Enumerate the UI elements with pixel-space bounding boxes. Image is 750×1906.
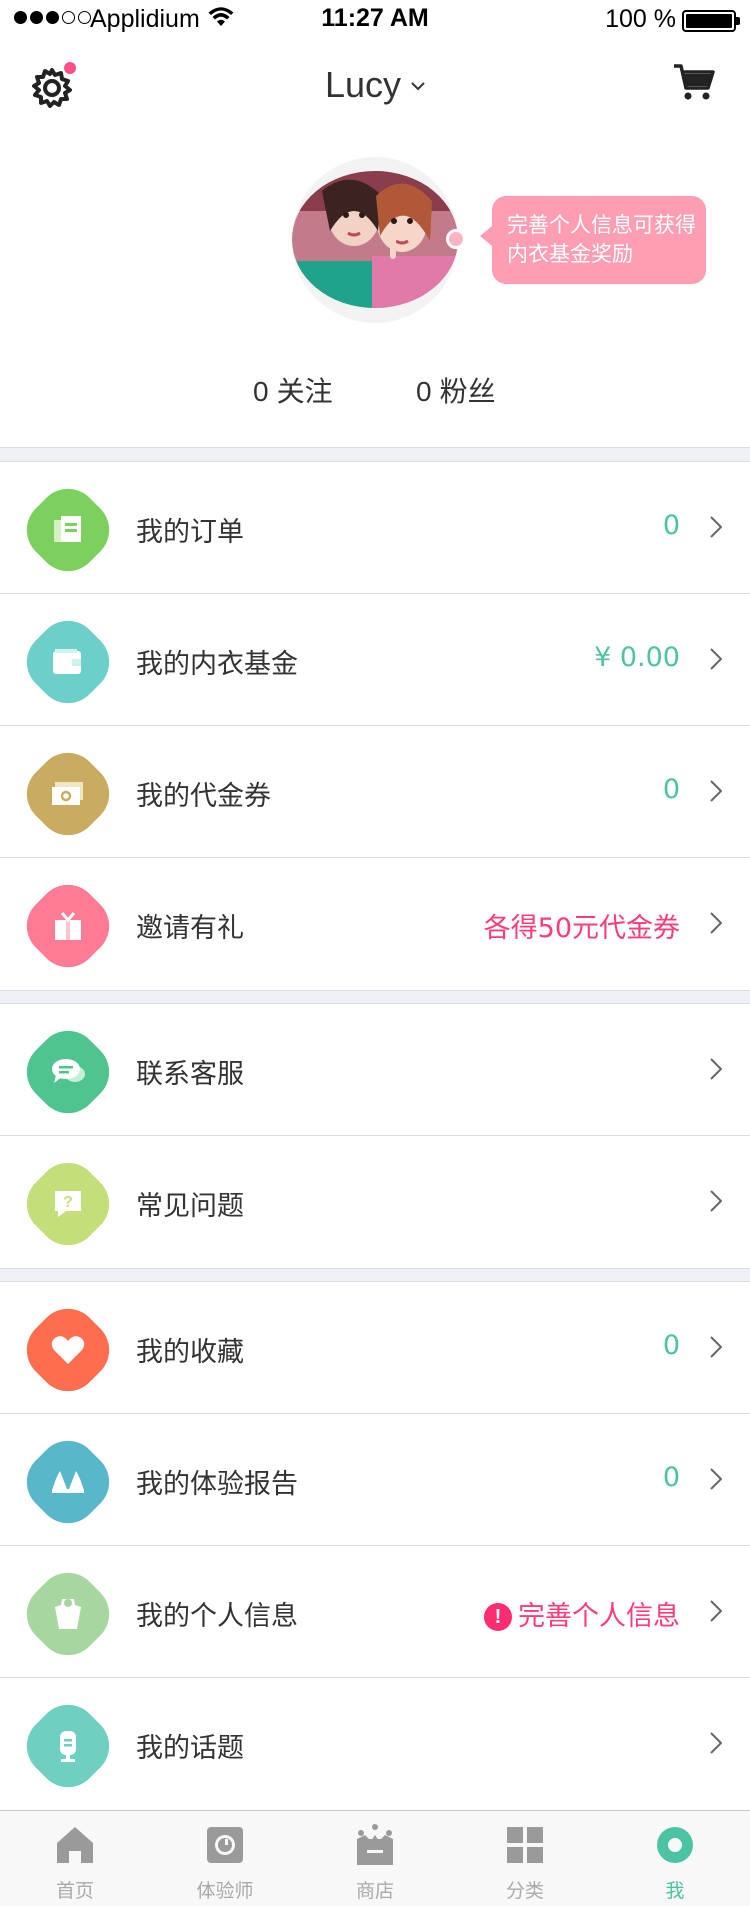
- profile-icon: [14, 1560, 122, 1668]
- favorites-count: 0: [662, 1330, 680, 1361]
- menu-item-invite[interactable]: 邀请有礼 各得50元代金券: [0, 858, 750, 990]
- me-icon: [657, 1827, 693, 1863]
- menu-item-orders[interactable]: 我的订单 0: [0, 462, 750, 594]
- chevron-right-icon: [710, 1468, 722, 1490]
- section-separator: [0, 447, 750, 462]
- menu-item-faq[interactable]: ? 常见问题: [0, 1136, 750, 1268]
- camera-icon: [207, 1827, 243, 1863]
- svg-text:?: ?: [63, 1194, 73, 1211]
- chevron-right-icon: [710, 1058, 722, 1080]
- menu-item-favorites[interactable]: 我的收藏 0: [0, 1282, 750, 1414]
- order-icon: [14, 476, 122, 584]
- tab-me[interactable]: 我: [600, 1811, 750, 1906]
- bubble-connector-dot: [446, 229, 466, 249]
- battery-icon: [682, 10, 740, 32]
- menu-item-label: 我的个人信息: [136, 1601, 298, 1632]
- following-stat[interactable]: 0 关注: [253, 370, 333, 410]
- complete-info-prompt: ! 完善个人信息: [484, 1594, 680, 1633]
- chevron-right-icon: [710, 1600, 722, 1622]
- following-count: 0: [253, 376, 269, 407]
- top-nav: Lucy: [0, 40, 750, 130]
- menu-item-label: 联系客服: [136, 1059, 244, 1090]
- menu-item-coupons[interactable]: 我的代金券 0: [0, 726, 750, 858]
- followers-label: 粉丝: [439, 375, 496, 408]
- follow-stats: 0 关注 0 粉丝: [0, 370, 750, 410]
- chevron-right-icon: [710, 912, 722, 934]
- wallet-icon: [14, 608, 122, 716]
- complete-profile-tip[interactable]: 完善个人信息可获得内衣基金奖励: [480, 196, 706, 284]
- tab-label: 商店: [355, 1880, 394, 1902]
- tab-shop[interactable]: 商店: [300, 1811, 450, 1906]
- menu-item-label: 我的话题: [136, 1733, 244, 1764]
- menu-item-label: 我的订单: [136, 517, 244, 548]
- menu-item-label: 常见问题: [136, 1191, 244, 1222]
- gift-icon: [14, 872, 122, 980]
- chevron-right-icon: [710, 1190, 722, 1212]
- avatar[interactable]: [292, 171, 458, 308]
- menu-item-label: 我的体验报告: [136, 1469, 298, 1500]
- tab-bar: 首页 体验师 商店 分类 我: [0, 1810, 750, 1906]
- tab-label: 我: [665, 1880, 685, 1902]
- menu-item-label: 邀请有礼: [136, 913, 244, 944]
- tab-experts[interactable]: 体验师: [150, 1811, 300, 1906]
- heart-icon: [14, 1296, 122, 1404]
- cart-icon: [674, 64, 715, 100]
- chevron-right-icon: [710, 1336, 722, 1358]
- followers-stat[interactable]: 0 粉丝: [416, 370, 496, 410]
- chevron-right-icon: [710, 516, 722, 538]
- tab-label: 体验师: [196, 1880, 254, 1902]
- microphone-icon: [14, 1692, 122, 1800]
- warning-icon: !: [484, 1603, 512, 1631]
- chevron-right-icon: [710, 780, 722, 802]
- chevron-right-icon: [710, 1732, 722, 1754]
- battery-percent: 100 %: [605, 5, 676, 33]
- user-name: Lucy: [324, 64, 402, 105]
- complete-info-text: 完善个人信息: [518, 1601, 680, 1632]
- tab-label: 分类: [505, 1880, 544, 1902]
- menu-item-service[interactable]: 联系客服: [0, 1004, 750, 1136]
- reports-count: 0: [662, 1462, 680, 1493]
- menu-item-fund[interactable]: 我的内衣基金 ¥ 0.00: [0, 594, 750, 726]
- menu-item-topics[interactable]: 我的话题: [0, 1678, 750, 1810]
- section-separator: [0, 990, 750, 1004]
- fund-balance: ¥ 0.00: [594, 642, 680, 673]
- home-icon: [57, 1827, 93, 1863]
- question-icon: ?: [14, 1150, 122, 1258]
- chevron-down-icon: [411, 82, 425, 91]
- user-switcher[interactable]: Lucy: [0, 64, 750, 106]
- grid-icon: [507, 1827, 543, 1863]
- menu-item-label: 我的内衣基金: [136, 649, 298, 680]
- chevron-right-icon: [710, 648, 722, 670]
- cart-button[interactable]: [672, 62, 720, 110]
- shop-icon: [357, 1824, 393, 1865]
- menu-item-label: 我的收藏: [136, 1337, 244, 1368]
- following-label: 关注: [276, 375, 333, 408]
- bra-icon: [14, 1428, 122, 1536]
- status-bar: Applidium 11:27 AM 100 %: [0, 0, 750, 40]
- invite-reward: 各得50元代金券: [483, 913, 680, 944]
- menu-item-reports[interactable]: 我的体验报告 0: [0, 1414, 750, 1546]
- tab-home[interactable]: 首页: [0, 1811, 150, 1906]
- menu-item-info[interactable]: 我的个人信息 ! 完善个人信息: [0, 1546, 750, 1678]
- tab-label: 首页: [55, 1880, 94, 1902]
- followers-count: 0: [416, 376, 432, 407]
- avatar-frame[interactable]: [292, 157, 458, 323]
- coupon-icon: [14, 740, 122, 848]
- chat-icon: [14, 1018, 122, 1126]
- tab-categories[interactable]: 分类: [450, 1811, 600, 1906]
- avatar-photo: [292, 171, 458, 308]
- coupons-count: 0: [662, 774, 680, 805]
- orders-count: 0: [662, 510, 680, 541]
- menu-item-label: 我的代金券: [136, 781, 271, 812]
- section-separator: [0, 1268, 750, 1282]
